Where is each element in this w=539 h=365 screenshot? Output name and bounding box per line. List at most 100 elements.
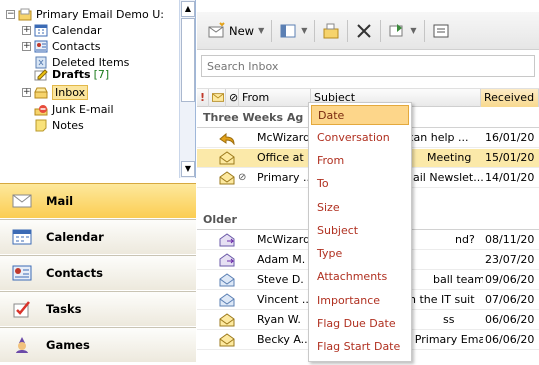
from-cell: Becky A... <box>257 333 312 346</box>
menu-item-date[interactable]: Date <box>311 105 409 125</box>
expand-icon[interactable]: + <box>22 25 31 35</box>
new-button[interactable]: New ▼ <box>205 19 267 43</box>
arrange-by-menu: Date Conversation From To Size Subject T… <box>308 102 412 362</box>
mailbox-icon <box>18 8 32 21</box>
menu-item-flag-due-date[interactable]: Flag Due Date <box>311 314 409 334</box>
mail-icon <box>12 192 32 210</box>
tree-item-label: Calendar <box>52 23 102 37</box>
icon-column-header[interactable] <box>209 89 226 107</box>
tree-item-contacts[interactable]: + Contacts <box>22 38 101 54</box>
menu-item-conversation[interactable]: Conversation <box>311 128 409 148</box>
from-cell: Adam M. <box>257 253 306 266</box>
menu-item-from[interactable]: From <box>311 151 409 171</box>
nav-label: Mail <box>46 194 74 208</box>
new-mail-icon <box>208 21 226 40</box>
envelope-open-icon <box>219 313 235 327</box>
from-cell: Vincent ... <box>257 293 313 306</box>
attachment-column-icon[interactable]: ⊘ <box>226 89 239 107</box>
scroll-up-icon[interactable]: ▲ <box>181 1 195 17</box>
menu-item-attachments[interactable]: Attachments <box>311 267 409 287</box>
scroll-down-icon[interactable]: ▼ <box>181 161 195 177</box>
nav-contacts-button[interactable]: Contacts <box>0 255 196 290</box>
tree-item-notes[interactable]: Notes <box>34 117 84 133</box>
from-cell: Steve D. <box>257 273 304 286</box>
menu-item-to[interactable]: To <box>311 174 409 194</box>
tree-item-label: Contacts <box>52 39 101 53</box>
nav-tasks-button[interactable]: Tasks <box>0 291 196 326</box>
send-receive-button[interactable] <box>429 19 453 43</box>
received-cell: 23/07/20 <box>485 253 535 266</box>
tree-item-label: Notes <box>52 118 84 132</box>
nav-games-button[interactable]: Games <box>0 327 196 362</box>
envelope-icon <box>212 93 224 102</box>
menu-item-subject[interactable]: Subject <box>311 221 409 241</box>
nav-label: Games <box>46 338 90 352</box>
games-icon <box>12 336 32 354</box>
menu-item-type[interactable]: Type <box>311 244 409 264</box>
unread-count: [7] <box>93 67 110 81</box>
layout-button[interactable]: ▼ <box>276 19 310 43</box>
drafts-icon <box>34 68 48 81</box>
tree-item-label: Junk E-mail <box>52 102 114 116</box>
chevron-down-icon[interactable]: ▼ <box>258 26 264 35</box>
scroll-thumb[interactable] <box>181 18 195 102</box>
layout-icon <box>279 22 297 40</box>
subject-cell: nd? <box>455 233 475 246</box>
subject-cell: ail Newslet... <box>413 171 484 184</box>
contacts-icon <box>34 40 48 53</box>
from-cell: Ryan W. <box>257 313 301 326</box>
junk-icon <box>34 103 48 116</box>
reply-arrow-icon <box>219 131 235 145</box>
received-cell: 06/06/20 <box>485 313 535 326</box>
nav-label: Tasks <box>46 302 82 316</box>
collapse-icon[interactable]: − <box>6 9 15 19</box>
menu-item-size[interactable]: Size <box>311 198 409 218</box>
subject-cell: Meeting <box>427 151 472 164</box>
search-input[interactable] <box>201 55 535 77</box>
received-cell: 14/01/20 <box>485 171 535 184</box>
chevron-down-icon[interactable]: ▼ <box>410 26 416 35</box>
from-cell: Office at <box>257 151 304 164</box>
envelope-forward-icon <box>219 253 235 267</box>
move-to-folder-button[interactable] <box>319 19 343 43</box>
nav-label: Calendar <box>46 230 104 244</box>
toolbar: New ▼ ▼ ▼ <box>197 12 539 50</box>
from-cell: McWizard <box>257 233 311 246</box>
tree-item-calendar[interactable]: + Calendar <box>22 22 101 38</box>
received-column-header[interactable]: Received <box>481 89 539 107</box>
received-cell: 08/11/20 <box>485 233 535 246</box>
reply-button[interactable]: ▼ <box>385 19 419 43</box>
navigation-pane: Mail Calendar Contacts Tasks Games <box>0 178 196 365</box>
received-cell: 15/01/20 <box>485 151 535 164</box>
tree-scrollbar[interactable]: ▲ ▼ <box>179 0 195 178</box>
move-to-folder-icon <box>322 22 340 40</box>
calendar-icon <box>12 228 32 246</box>
tree-item-mailbox[interactable]: − Primary Email Demo U: <box>6 6 164 22</box>
tasks-icon <box>12 300 32 318</box>
expand-icon[interactable]: + <box>22 41 31 51</box>
new-button-label: New <box>229 23 255 38</box>
inbox-icon <box>34 86 48 99</box>
subject-cell: ball team <box>433 273 483 286</box>
tree-item-inbox[interactable]: + Inbox <box>22 84 89 100</box>
expand-icon[interactable]: + <box>22 87 31 97</box>
toolbar-separator <box>314 19 316 42</box>
tree-item-junk[interactable]: Junk E-mail <box>34 101 114 117</box>
from-cell: McWizard <box>257 131 311 144</box>
nav-mail-button[interactable]: Mail <box>0 183 196 218</box>
menu-item-flag-start-date[interactable]: Flag Start Date <box>311 337 409 357</box>
menu-item-importance[interactable]: Importance <box>311 291 409 311</box>
toolbar-separator <box>347 19 349 42</box>
delete-button[interactable] <box>352 19 376 43</box>
tree-item-label: Drafts <box>52 67 91 81</box>
received-cell: 06/06/20 <box>485 333 535 346</box>
from-column-header[interactable]: From <box>239 89 311 107</box>
tree-item-drafts[interactable]: Drafts [7] <box>34 66 109 82</box>
send-receive-icon <box>432 22 450 40</box>
nav-calendar-button[interactable]: Calendar <box>0 219 196 254</box>
chevron-down-icon[interactable]: ▼ <box>301 26 307 35</box>
importance-column-icon[interactable]: ! <box>197 89 209 107</box>
toolbar-separator <box>423 19 425 42</box>
received-cell: 07/06/20 <box>485 293 535 306</box>
subject-cell: ss <box>443 313 455 326</box>
